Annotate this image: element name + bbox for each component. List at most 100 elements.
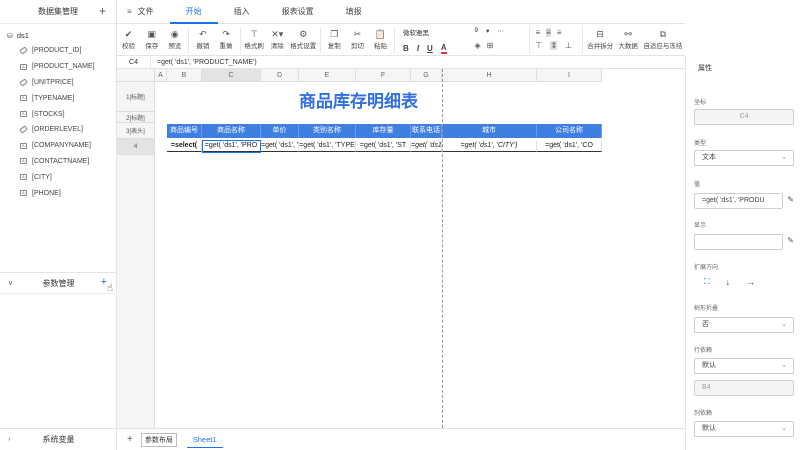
italic-button[interactable]: I [417,44,419,54]
data-cell[interactable]: =get( 'ds1', 'CO [537,141,602,152]
tree-collapse-select[interactable]: 否 ⌄ [694,317,794,333]
table-header-cell[interactable]: 库存量 [356,124,411,138]
menu-icon[interactable]: ≡ [117,7,136,16]
table-header-cell[interactable]: 单价 [261,124,299,138]
table-header-cell[interactable]: 商品编号 [167,124,202,138]
chevron-down-icon[interactable]: ▾ [486,27,489,35]
align-middle-icon[interactable]: ⇕ [550,41,558,50]
undo-button[interactable]: ↶ 撤销 [191,24,214,50]
field-item[interactable]: A [STOCKS] [0,106,116,122]
type-select[interactable]: 文本 ⌄ [694,150,794,166]
system-variable-section[interactable]: › 系统变量 [0,428,117,450]
data-cell[interactable]: =get( 'ds1', ' [261,141,299,152]
chevron-down-icon[interactable]: ∨ [8,279,13,287]
column-header-d[interactable]: D [261,69,299,82]
font-color-button[interactable]: A [440,44,447,54]
tab-insert[interactable]: 插入 [218,0,266,24]
add-sheet-button[interactable]: + [127,434,133,445]
display-field[interactable] [694,234,783,250]
field-item[interactable]: A [COMPANYNAME] [0,138,116,154]
bold-button[interactable]: B [403,44,409,54]
column-header-e[interactable]: E [299,69,356,82]
table-header-cell[interactable]: 城市 [442,124,537,138]
chevron-right-icon[interactable]: › [8,436,10,443]
cell-reference[interactable]: C4 [117,55,151,69]
tab-start[interactable]: 开始 [169,0,218,24]
border-icon[interactable]: ⊞ [487,41,494,50]
tab-report-settings[interactable]: 报表设置 [266,0,330,24]
clear-button[interactable]: ✕▾ 清除 [266,24,289,50]
paste-button[interactable]: 📋 粘贴 [369,24,392,50]
row-header-1[interactable]: 1[标题] [117,82,155,112]
table-header-cell[interactable]: 类别名称 [299,124,356,138]
fill-color-icon[interactable]: ◈ [474,41,480,50]
big-data-button[interactable]: ⚯ 大数据 [616,24,641,50]
adaptive-freeze-button[interactable]: ⧉ 自适应与冻结 [641,24,685,50]
format-painter-button[interactable]: ⊤ 格式刷 [243,24,266,50]
table-header-cell[interactable]: 商品名称 [202,124,261,138]
spreadsheet-grid[interactable]: ABCDEFGHI 1[标题] 2[标题] 3[表头] 4 商品库存明细表 商品… [117,69,685,428]
formula-input[interactable]: =get( 'ds1', 'PRODUCT_NAME') [151,59,257,66]
add-dataset-button[interactable]: + [99,4,106,18]
row-header-4[interactable]: 4 [117,139,155,155]
cut-button[interactable]: ✂ 剪切 [346,24,369,50]
font-size-select[interactable]: 9 [474,27,478,35]
copy-button[interactable]: ❐ 复制 [323,24,346,50]
data-cell[interactable]: =get( 'ds1', 'TYPE [299,141,356,152]
field-item[interactable]: A [PRODUCT_NAME] [0,59,116,75]
align-left-icon[interactable]: ≡ [535,28,540,37]
font-family-select[interactable]: 微软雅黑 [403,27,429,37]
column-header-f[interactable]: F [356,69,411,82]
table-header-cell[interactable]: 公司名称 [537,124,602,138]
column-header-a[interactable]: A [155,69,167,82]
param-manager-section[interactable]: ∨ 参数管理 + ☝ [0,272,117,294]
field-item[interactable]: A [TYPENAME] [0,90,116,106]
selected-cell-c4[interactable] [202,140,261,153]
column-header-c[interactable]: C [202,69,261,82]
param-layout-button[interactable]: 参数布局 [140,432,177,447]
merge-split-button[interactable]: ⊟ 合并拆分 [585,24,616,50]
format-settings-button[interactable]: ⚙ 格式设置 [289,24,318,50]
column-header-b[interactable]: B [167,69,202,82]
dataset-node[interactable]: ⛁ ds1 [0,24,116,40]
data-cell[interactable]: =select( [167,141,202,152]
align-right-icon[interactable]: ≡ [557,28,562,37]
report-title[interactable]: 商品库存明细表 [167,87,550,112]
row-dependency-select[interactable]: 默认 ⌄ [694,358,794,374]
value-field[interactable]: =get( 'ds1', 'PRODU [694,193,783,209]
validate-button[interactable]: ✔ 校验 [117,24,140,50]
preview-button[interactable]: ◉ 预览 [163,24,186,50]
data-cell[interactable]: =get( 'ds1', 'ST [356,141,411,152]
redo-button[interactable]: ↷ 重做 [214,24,237,50]
file-menu[interactable]: 文件 [136,0,170,24]
edit-icon[interactable]: ✎ [787,236,794,245]
tab-fill[interactable]: 填报 [330,0,378,24]
underline-button[interactable]: U [427,44,433,54]
more-icon[interactable]: ⋯ [497,27,504,35]
row-header-2[interactable]: 2[标题] [117,112,155,123]
field-item[interactable]: A [CONTACTNAME] [0,154,116,170]
sheet-tab-sheet1[interactable]: Sheet1 [186,432,223,448]
corner-cell[interactable] [117,69,155,82]
field-item[interactable]: [PRODUCT_ID] [0,43,116,59]
row-header-3[interactable]: 3[表头] [117,123,155,139]
field-item[interactable]: [UNITPRICE] [0,75,116,91]
align-center-icon[interactable]: ≡ [546,28,551,37]
data-cell[interactable]: =get( 'ds1', 'PHO [411,141,442,152]
expand-none-icon[interactable]: ⛶ [704,277,710,287]
column-header-i[interactable]: I [537,69,602,82]
field-item[interactable]: A [PHONE] [0,185,116,201]
field-item[interactable]: [ORDERLEVEL] [0,122,116,138]
field-item[interactable]: A [CITY] [0,169,116,185]
column-header-g[interactable]: G [411,69,442,82]
align-bottom-icon[interactable]: ⊥ [565,41,572,50]
edit-icon[interactable]: ✎ [787,195,794,204]
column-header-h[interactable]: H [442,69,537,82]
table-header-cell[interactable]: 联系电话 [411,124,442,138]
column-dependency-select[interactable]: 默认 ⌄ [694,421,794,437]
align-top-icon[interactable]: ⊤ [535,41,542,50]
arrow-right-icon[interactable]: → [746,277,755,287]
arrow-down-icon[interactable]: ↓ [726,277,731,287]
data-cell[interactable]: =get( 'ds1', 'CITY') [442,141,537,152]
save-button[interactable]: ▣ 保存 [140,24,163,50]
